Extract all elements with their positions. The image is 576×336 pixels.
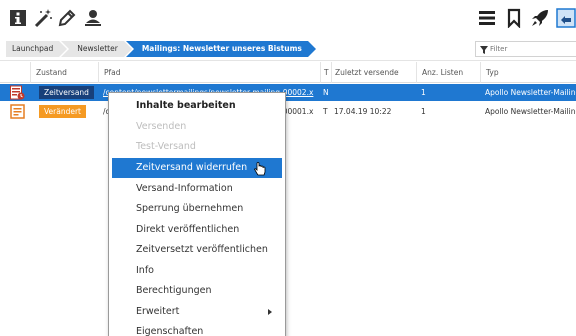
- menu-item-test-versand: Test-Versand: [136, 141, 196, 152]
- menu-item-eigenschaften[interactable]: Eigenschaften: [112, 322, 282, 336]
- menu-item-direkt-veroeffentlichen[interactable]: Direkt veröffentlichen: [112, 220, 282, 240]
- rocket-icon[interactable]: [530, 8, 550, 28]
- type-cell: Apollo Newsletter-Mailing: [485, 107, 576, 116]
- breadcrumb-mailings[interactable]: Mailings: Newsletter unseres Bistums: [125, 41, 316, 57]
- bookmark-icon[interactable]: [504, 8, 524, 28]
- mailing-scheduled-icon: [10, 85, 25, 100]
- user-icon[interactable]: [83, 8, 103, 28]
- type-cell: Apollo Newsletter-Mailing: [485, 88, 576, 97]
- menu-item-inhalte-bearbeiten[interactable]: Inhalte bearbeiten: [112, 96, 282, 116]
- hamburger-menu-icon[interactable]: [477, 8, 497, 28]
- lists-cell: 1: [421, 107, 426, 116]
- filter-box: [475, 41, 576, 57]
- menu-item-info[interactable]: Info: [112, 261, 282, 281]
- column-header-typ[interactable]: Typ: [480, 62, 576, 83]
- t-cell: N: [323, 88, 329, 97]
- submenu-arrow-icon: [268, 309, 272, 315]
- breadcrumb-newsletter[interactable]: Newsletter: [61, 41, 132, 57]
- column-header-zuletzt-label: Zuletzt versendet: [335, 68, 399, 77]
- sent-cell: 17.04.19 10:22: [334, 107, 392, 116]
- context-menu: Inhalte bearbeiten Versenden Test-Versan…: [108, 92, 286, 336]
- table-row[interactable]: Verändert /content/newslettermailings/ne…: [0, 103, 576, 120]
- lists-cell: 1: [421, 88, 426, 97]
- pencil-icon[interactable]: [57, 8, 77, 28]
- table-header: Zustand Pfad T Zuletzt versendet ▲ Anz. …: [0, 62, 576, 83]
- hand-cursor-icon: [254, 162, 266, 176]
- t-cell: T: [323, 107, 328, 116]
- menu-item-zeitversetzt-veroeffentlichen[interactable]: Zeitversetzt veröffentlichen: [112, 240, 282, 260]
- column-header-anz-listen[interactable]: Anz. Listen: [416, 62, 480, 83]
- publish-icon[interactable]: [556, 8, 576, 28]
- menu-item-berechtigungen[interactable]: Berechtigungen: [112, 281, 282, 301]
- breadcrumb: Launchpad Newsletter Mailings: Newslette…: [6, 41, 316, 57]
- breadcrumb-launchpad[interactable]: Launchpad: [6, 41, 68, 57]
- filter-input[interactable]: [490, 42, 570, 56]
- column-header-pfad[interactable]: Pfad: [98, 62, 320, 83]
- sent-cell: [331, 84, 416, 101]
- column-header-t[interactable]: T: [320, 62, 331, 83]
- menu-item-versand-information[interactable]: Versand-Information: [112, 179, 282, 199]
- info-icon[interactable]: [8, 8, 28, 28]
- column-header-zustand[interactable]: Zustand: [30, 62, 98, 83]
- filter-icon: [480, 46, 488, 54]
- status-badge: Zeitversand: [39, 86, 94, 99]
- menu-item-erweitert-label: Erweitert: [136, 306, 180, 317]
- status-badge: Verändert: [39, 105, 86, 118]
- magic-wand-icon[interactable]: [33, 8, 53, 28]
- menu-item-erweitert[interactable]: Erweitert: [112, 302, 282, 322]
- toolbar: [0, 0, 576, 34]
- breadcrumb-bar: Launchpad Newsletter Mailings: Newslette…: [0, 37, 576, 61]
- menu-item-versenden: Versenden: [136, 121, 187, 132]
- mailing-icon: [10, 104, 25, 119]
- column-header-zuletzt-versendet[interactable]: Zuletzt versendet ▲: [331, 62, 399, 83]
- menu-item-sperrung-uebernehmen[interactable]: Sperrung übernehmen: [112, 199, 282, 219]
- table-row[interactable]: Zeitversand /content/newslettermailings/…: [0, 84, 576, 101]
